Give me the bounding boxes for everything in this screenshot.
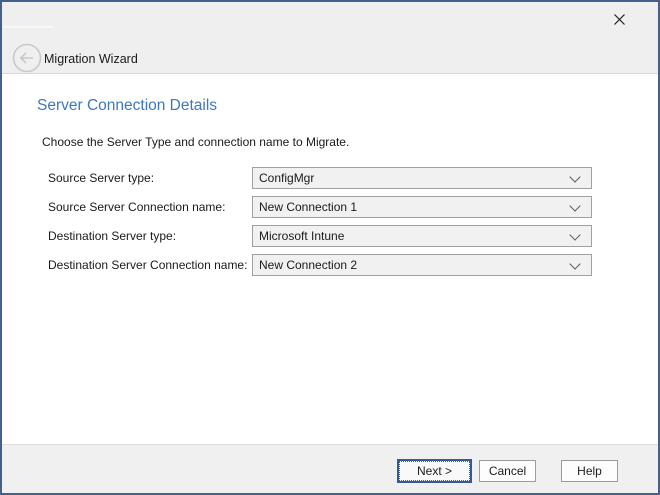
- titlebar-highlight: [3, 26, 53, 28]
- field-row-destination-server-type: Destination Server type: Microsoft Intun…: [2, 225, 658, 247]
- back-arrow-icon: [12, 43, 42, 73]
- help-button[interactable]: Help: [561, 460, 618, 482]
- page-title: Server Connection Details: [37, 97, 217, 115]
- close-icon: [613, 13, 626, 26]
- wizard-page-content: Server Connection Details Choose the Ser…: [2, 75, 658, 444]
- combobox-selected-value: New Connection 2: [253, 258, 357, 272]
- combobox-selected-value: ConfigMgr: [253, 171, 314, 185]
- back-button[interactable]: [12, 43, 42, 73]
- chevron-down-icon: [569, 200, 580, 211]
- field-row-destination-connection-name: Destination Server Connection name: New …: [2, 254, 658, 276]
- source-connection-name-combobox[interactable]: New Connection 1: [252, 196, 592, 218]
- destination-connection-name-combobox[interactable]: New Connection 2: [252, 254, 592, 276]
- wizard-header-band: Migration Wizard: [2, 2, 658, 74]
- next-button-label: Next >: [399, 461, 470, 481]
- cancel-button[interactable]: Cancel: [479, 460, 536, 482]
- chevron-down-icon: [569, 229, 580, 240]
- instruction-text: Choose the Server Type and connection na…: [42, 135, 349, 149]
- migration-wizard-window: Migration Wizard Server Connection Detai…: [0, 0, 660, 495]
- chevron-down-icon: [569, 171, 580, 182]
- source-server-type-combobox[interactable]: ConfigMgr: [252, 167, 592, 189]
- close-button[interactable]: [609, 10, 629, 28]
- source-connection-name-label: Source Server Connection name:: [48, 196, 225, 218]
- destination-connection-name-label: Destination Server Connection name:: [48, 254, 247, 276]
- combobox-selected-value: New Connection 1: [253, 200, 357, 214]
- chevron-down-icon: [569, 258, 580, 269]
- wizard-title: Migration Wizard: [44, 51, 138, 68]
- field-row-source-server-type: Source Server type: ConfigMgr: [2, 167, 658, 189]
- source-server-type-label: Source Server type:: [48, 167, 154, 189]
- field-row-source-connection-name: Source Server Connection name: New Conne…: [2, 196, 658, 218]
- combobox-selected-value: Microsoft Intune: [253, 229, 344, 243]
- wizard-button-bar: Next > Cancel Help: [2, 444, 658, 493]
- next-button[interactable]: Next >: [397, 459, 472, 483]
- destination-server-type-label: Destination Server type:: [48, 225, 176, 247]
- destination-server-type-combobox[interactable]: Microsoft Intune: [252, 225, 592, 247]
